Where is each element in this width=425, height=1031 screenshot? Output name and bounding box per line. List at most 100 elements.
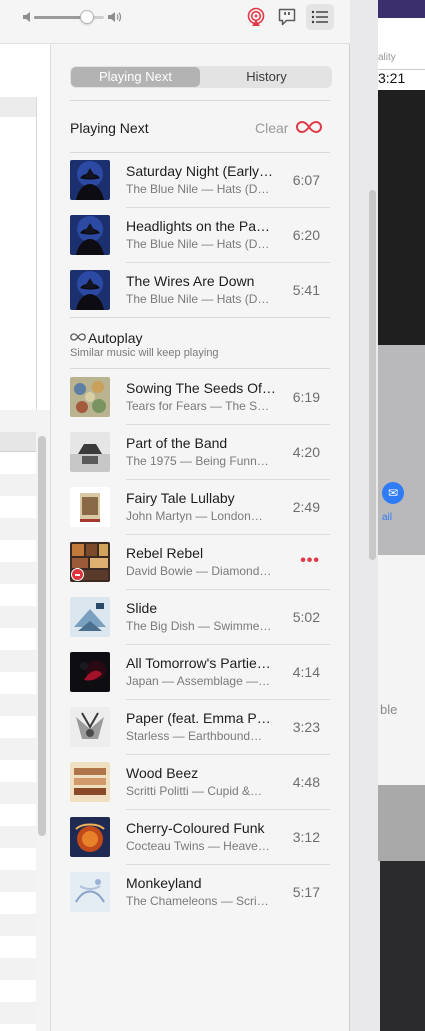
playing-next-heading: Playing Next [70, 120, 149, 136]
album-artwork [70, 487, 110, 527]
track-title: Saturday Night (Early… [126, 163, 274, 179]
queue-list-button[interactable] [306, 4, 334, 30]
row-separator [126, 534, 330, 535]
album-artwork [70, 652, 110, 692]
row-separator [126, 699, 330, 700]
track-title: Rebel Rebel [126, 545, 204, 561]
track-duration: 3:12 [292, 829, 320, 845]
mail-label: ail [382, 512, 393, 523]
track-duration: 6:20 [292, 227, 320, 243]
list-item[interactable]: Cherry-Coloured Funk Cocteau Twins — Heav… [70, 817, 330, 872]
autoplay-subtitle: Similar music will keep playing [70, 347, 219, 359]
list-item[interactable]: Sowing The Seeds Of… Tears for Fears — Th… [70, 377, 330, 432]
queue-segmented-control: Playing Next History [70, 66, 332, 88]
track-duration: 2:49 [292, 499, 320, 515]
row-separator [126, 207, 330, 208]
track-artist-album: David Bowie — Diamond… [126, 564, 272, 578]
album-artwork [70, 270, 110, 310]
track-artist-album: The Chameleons — Scrip… [126, 894, 272, 908]
queue-scrollbar[interactable] [369, 190, 376, 560]
volume-low-icon [23, 12, 30, 22]
album-artwork [70, 707, 110, 747]
ble-label: ble [380, 702, 398, 717]
tab-playing-next[interactable]: Playing Next [71, 67, 200, 87]
list-item[interactable]: Headlights on the Pa… The Blue Nile — Hat… [70, 215, 330, 270]
autoplay-heading: Autoplay [88, 330, 143, 346]
list-item[interactable]: Monkeyland The Chameleons — Scrip… 5:17 [70, 872, 330, 927]
row-separator [126, 809, 330, 810]
autoplay-infinity-icon[interactable] [296, 119, 322, 135]
remove-icon[interactable] [71, 568, 84, 581]
right-window-titlebar [378, 0, 425, 18]
row-separator [126, 479, 330, 480]
track-duration: 3:23 [292, 719, 320, 735]
track-title: Sowing The Seeds Of… [126, 380, 276, 396]
left-window-table-header [0, 432, 36, 452]
left-window-divider [36, 97, 37, 410]
background-window-right: ality 3:21 ✉ ail ble [350, 0, 425, 1031]
album-artwork [70, 597, 110, 637]
track-title: Cherry-Coloured Funk [126, 820, 265, 836]
track-artist-album: John Martyn — London… [126, 509, 263, 523]
right-window-mid-area [378, 785, 425, 861]
track-artist-album: The Big Dish — Swimme… [126, 619, 272, 633]
row-separator [126, 644, 330, 645]
list-item[interactable]: Paper (feat. Emma P… Starless — Earthboun… [70, 707, 330, 762]
divider [70, 100, 330, 101]
track-artist-album: Scritti Politti — Cupid &… [126, 784, 263, 798]
queue-list-icon [311, 10, 328, 24]
queue-toolbar [0, 0, 350, 44]
infinity-icon [70, 333, 86, 341]
divider [70, 317, 330, 318]
right-window-light-area [378, 555, 425, 785]
list-item[interactable]: All Tomorrow's Partie… Japan — Assemblage… [70, 652, 330, 707]
volume-slider-knob[interactable] [80, 10, 94, 24]
mail-icon[interactable]: ✉ [382, 482, 404, 504]
track-title: Wood Beez [126, 765, 199, 781]
track-artist-album: Japan — Assemblage —… [126, 674, 271, 688]
list-item[interactable]: Fairy Tale Lullaby John Martyn — London… 2… [70, 487, 330, 542]
track-artist-album: Cocteau Twins — Heave… [126, 839, 270, 853]
track-duration: 5:17 [292, 884, 320, 900]
track-artist-album: The Blue Nile — Hats (D… [126, 182, 270, 196]
left-window-selected-row[interactable] [0, 97, 36, 117]
time-label: 3:21 [378, 70, 425, 90]
album-artwork [70, 432, 110, 472]
right-window-grey-area [378, 345, 425, 555]
track-title: Paper (feat. Emma P… [126, 710, 271, 726]
track-artist-album: The Blue Nile — Hats (D… [126, 292, 270, 306]
more-options-icon[interactable]: ••• [300, 552, 320, 570]
airplay-icon[interactable] [246, 7, 266, 27]
track-artist-album: Tears for Fears — The S… [126, 399, 270, 413]
divider [70, 368, 330, 369]
row-separator [126, 754, 330, 755]
tab-history[interactable]: History [202, 67, 331, 87]
album-artwork [70, 215, 110, 255]
quality-label: ality [378, 52, 396, 63]
row-separator [126, 864, 330, 865]
background-window-left [0, 0, 52, 1031]
row-separator [126, 589, 330, 590]
list-item[interactable]: Wood Beez Scritti Politti — Cupid &… 4:48 [70, 762, 330, 817]
track-duration: 6:07 [292, 172, 320, 188]
list-item[interactable]: Part of the Band The 1975 — Being Funn… 4:… [70, 432, 330, 487]
track-duration: 4:20 [292, 444, 320, 460]
track-title: Monkeyland [126, 875, 202, 891]
list-item[interactable]: Rebel Rebel David Bowie — Diamond… ••• [70, 542, 330, 597]
divider [70, 152, 330, 153]
track-artist-album: Starless — Earthbound… [126, 729, 263, 743]
list-item[interactable]: Slide The Big Dish — Swimme… 5:02 [70, 597, 330, 652]
lyrics-icon[interactable] [277, 7, 297, 27]
album-artwork [70, 872, 110, 912]
list-item[interactable]: Saturday Night (Early… The Blue Nile — Ha… [70, 160, 330, 215]
clear-button[interactable]: Clear [255, 120, 288, 136]
album-artwork [70, 762, 110, 802]
left-window-table-rows[interactable] [0, 452, 36, 1031]
volume-high-icon [108, 12, 122, 22]
album-artwork [70, 160, 110, 200]
track-artist-album: The Blue Nile — Hats (D… [126, 237, 270, 251]
album-artwork [70, 817, 110, 857]
left-window-scrollbar[interactable] [38, 436, 46, 836]
track-title: Headlights on the Pa… [126, 218, 270, 234]
track-artist-album: The 1975 — Being Funn… [126, 454, 269, 468]
